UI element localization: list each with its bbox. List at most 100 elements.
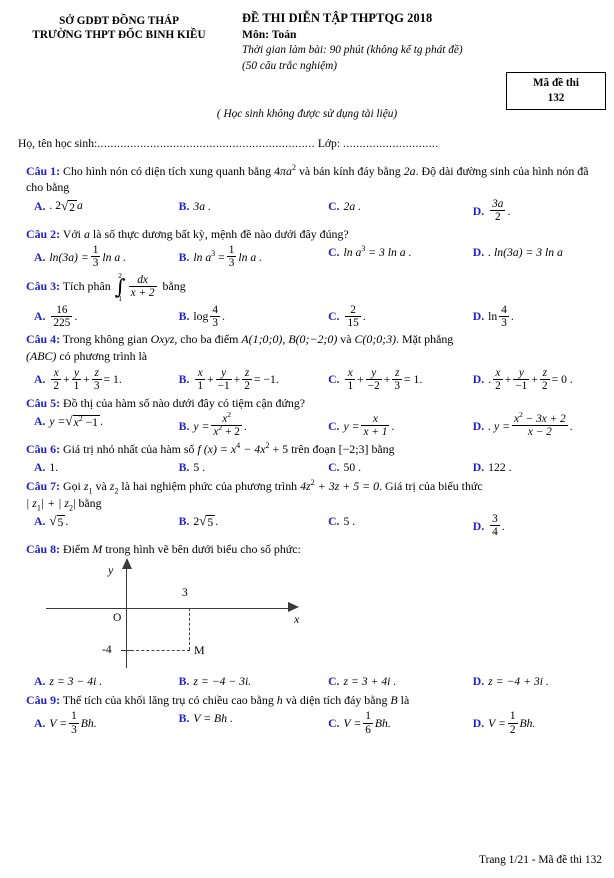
option-tail: . bbox=[215, 515, 219, 529]
question-6-option-c[interactable]: C. 50 . bbox=[328, 460, 473, 476]
y-axis-label: y bbox=[108, 562, 114, 577]
option-letter: C. bbox=[328, 461, 340, 475]
question-1-label: Câu 1: bbox=[26, 163, 61, 178]
option-letter: D. bbox=[472, 310, 485, 324]
option-tail: . bbox=[100, 415, 103, 429]
question-4-text-3: . Mặt phẳng bbox=[396, 332, 454, 347]
question-4-point-a: A(1;0;0) bbox=[241, 332, 283, 347]
question-8-option-a[interactable]: A. z = 3 − 4i . bbox=[34, 674, 179, 690]
option-letter: A. bbox=[34, 717, 46, 731]
option-letter: C. bbox=[328, 675, 340, 689]
option-text: z = 3 + 4i . bbox=[343, 675, 397, 689]
exam-page: SỞ GDĐT ĐỒNG THÁP TRƯỜNG THPT ĐỐC BINH K… bbox=[0, 0, 614, 878]
option-text: z = −4 − 3i. bbox=[193, 675, 252, 689]
question-4-plane: (ABC) bbox=[26, 349, 57, 364]
question-3-option-d[interactable]: D. ln 43 . bbox=[473, 304, 606, 329]
question-5-options: A. y = √ x2 −1 . B. y = x2 x2 + 2 . C. y =… bbox=[34, 410, 606, 439]
option-letter: A. bbox=[34, 250, 46, 264]
school-block: SỞ GDĐT ĐỒNG THÁP TRƯỜNG THPT ĐỐC BINH K… bbox=[8, 10, 230, 42]
question-7: Câu 7: Gọi z1 và z2 là hai nghiệm phức c… bbox=[8, 478, 606, 539]
question-9-option-c[interactable]: C. V = 16 Bh. bbox=[328, 710, 473, 736]
question-9-option-a[interactable]: A. V = 13 Bh. bbox=[34, 710, 179, 736]
option-letter: A. bbox=[34, 373, 46, 387]
option-tail: = 1. bbox=[103, 373, 122, 387]
question-6-text-2: trên đoạn bbox=[291, 441, 336, 456]
question-4-option-b[interactable]: B. x 1 + y −1 + z 2 = −1. bbox=[179, 367, 328, 392]
option-fraction: 2 15 bbox=[345, 303, 361, 329]
question-6-function: f (x) = x4 − 4x2 + 5 bbox=[197, 440, 289, 456]
question-5-label: Câu 5: bbox=[26, 395, 61, 410]
question-7-z2: z2 bbox=[109, 478, 119, 496]
question-2-option-b[interactable]: B. ln a3 = 13 ln a . bbox=[179, 244, 328, 270]
question-9-option-d[interactable]: D. V = 12 Bh. bbox=[473, 710, 606, 736]
question-4-option-c[interactable]: C. x 1 + y −2 + z 3 = 1. bbox=[328, 367, 473, 392]
question-9: Câu 9: Thể tích của khối lăng trụ có chi… bbox=[8, 692, 606, 736]
option-tail: . bbox=[74, 310, 78, 324]
option-fraction: 34 bbox=[490, 513, 500, 539]
department-name: SỞ GDĐT ĐỒNG THÁP bbox=[59, 15, 179, 27]
question-6-option-b[interactable]: B. 5 . bbox=[179, 460, 328, 476]
question-4-option-a[interactable]: A. x 2 + y 1 + z 3 = 1. bbox=[34, 367, 179, 392]
question-1-text-2: và bán kính đáy bằng bbox=[298, 163, 401, 178]
question-5-option-d[interactable]: D. . y = x2 − 3x + 2x − 2 . bbox=[473, 410, 606, 439]
question-8-option-b[interactable]: B. z = −4 − 3i. bbox=[179, 674, 328, 690]
point-m-label: M bbox=[194, 642, 205, 657]
question-2-options: A. ln(3a) = 13 ln a . B. ln a3 = 13 ln a… bbox=[34, 244, 606, 270]
question-7-expr: | z1| + | z2| bbox=[26, 495, 76, 513]
option-letter: D. bbox=[472, 246, 485, 260]
question-4-point-b: B(0;−2;0) bbox=[288, 332, 338, 347]
document-header: SỞ GDĐT ĐỒNG THÁP TRƯỜNG THPT ĐỐC BINH K… bbox=[0, 0, 614, 74]
question-3-option-b[interactable]: B. log 43 . bbox=[179, 304, 328, 329]
option-fraction: 3a 2 bbox=[490, 197, 506, 224]
question-2-text-2: là số thực dương bất kỳ, mệnh đề nào dướ… bbox=[92, 226, 349, 241]
question-6-option-d[interactable]: D. 122 . bbox=[473, 460, 606, 476]
question-3-option-a[interactable]: A. 16 225 . bbox=[34, 304, 179, 329]
option-text: ln(3a) = bbox=[49, 250, 89, 264]
question-7-text-2: là hai nghiệm phức của phương trình bbox=[121, 478, 298, 493]
question-1-option-a[interactable]: A. . 2 √ 2 a bbox=[34, 198, 179, 214]
question-2-option-c[interactable]: C. ln a3 = 3 ln a . bbox=[328, 245, 473, 261]
question-5-option-c[interactable]: C. y = xx + 1 . bbox=[328, 413, 473, 439]
question-3-label: Câu 3: bbox=[26, 278, 61, 293]
question-7-option-b[interactable]: B. 2 √ 5 . bbox=[179, 514, 328, 530]
option-letter: C. bbox=[328, 717, 340, 731]
question-4-text-2: , cho ba điểm bbox=[174, 332, 239, 347]
school-name: TRƯỜNG THPT ĐỐC BINH KIỀU bbox=[32, 29, 206, 41]
question-1-option-c[interactable]: C. 2a . bbox=[328, 198, 473, 214]
option-fraction: 13 bbox=[226, 244, 237, 270]
question-6-option-a[interactable]: A. 1. bbox=[34, 460, 179, 476]
question-1-option-d[interactable]: D. 3a 2 . bbox=[473, 198, 606, 223]
option-fraction: 43 bbox=[210, 303, 220, 329]
question-2-option-a[interactable]: A. ln(3a) = 13 ln a . bbox=[34, 244, 179, 270]
exam-duration: Thời gian làm bài: 90 phút (không kể tg … bbox=[242, 44, 463, 57]
question-3-option-c[interactable]: C. 2 15 . bbox=[328, 304, 473, 329]
question-5-option-b[interactable]: B. y = x2 x2 + 2 . bbox=[178, 411, 328, 439]
option-tail: . bbox=[510, 310, 514, 324]
question-7-option-c[interactable]: C. 5 . bbox=[328, 514, 473, 530]
question-9-var-b: B bbox=[390, 692, 398, 707]
question-1-math-1: 4πa2 bbox=[274, 162, 296, 178]
question-8-option-c[interactable]: C. z = 3 + 4i . bbox=[328, 674, 473, 690]
question-5-stem: Câu 5: Đồ thị của hàm số nào dưới đây có… bbox=[26, 395, 606, 412]
question-7-option-a[interactable]: A. √ 5 . bbox=[34, 514, 179, 530]
question-7-options: A. √ 5 . B. 2 √ 5 . C. 5 . D. 34 . bbox=[34, 513, 606, 539]
option-prefix: . y = bbox=[488, 419, 510, 433]
option-fraction: 16 225 bbox=[51, 303, 73, 329]
question-7-option-d[interactable]: D. 34 . bbox=[473, 513, 606, 539]
option-tail: ln a . bbox=[238, 250, 263, 264]
option-letter: B. bbox=[178, 419, 190, 433]
option-fraction: x2 − 3x + 2x − 2 bbox=[511, 410, 568, 439]
option-tail: . bbox=[569, 419, 573, 433]
question-4-option-d[interactable]: D. . x 2 + y −1 + z 2 = 0 . bbox=[473, 367, 606, 392]
question-2: Câu 2: Với a là số thực dương bất kỳ, mệ… bbox=[8, 226, 606, 270]
question-8-options: A. z = 3 − 4i . B. z = −4 − 3i. C. z = 3… bbox=[34, 674, 606, 690]
question-8-option-d[interactable]: D. z = −4 + 3i . bbox=[473, 674, 606, 690]
question-1-option-b[interactable]: B. 3a . bbox=[179, 198, 328, 214]
question-9-options: A. V = 13 Bh. B. V = Bh . C. V = 16 Bh. … bbox=[34, 710, 606, 736]
question-5-option-a[interactable]: A. y = √ x2 −1 . bbox=[34, 414, 179, 430]
option-prefix: y = bbox=[343, 419, 360, 433]
question-2-option-d[interactable]: D. . ln(3a) = 3 ln a bbox=[473, 245, 606, 261]
option-text: z = 3 − 4i . bbox=[49, 675, 103, 689]
question-8-label: Câu 8: bbox=[26, 542, 61, 557]
question-9-option-b[interactable]: B. V = Bh . bbox=[179, 711, 328, 727]
